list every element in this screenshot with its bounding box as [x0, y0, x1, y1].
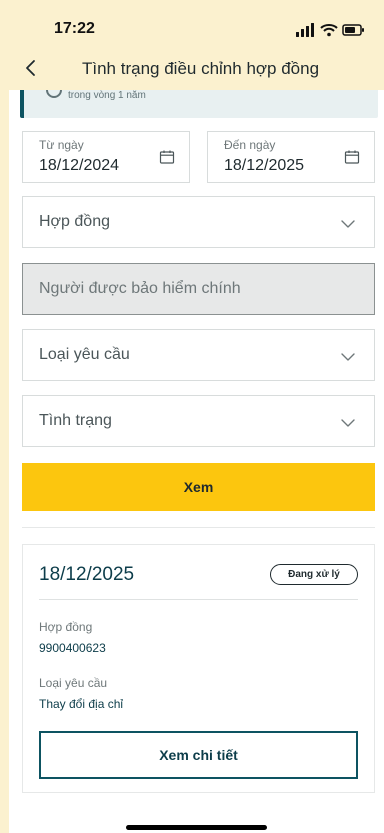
contract-label: Hợp đồng [39, 620, 93, 634]
battery-icon [342, 24, 364, 36]
app-screen: 17:22 Tình trạng điều chỉnh hợp đồng tro… [0, 0, 384, 833]
insured-person-field: Người được bảo hiểm chính [22, 263, 375, 315]
contract-value: 9900400623 [39, 641, 106, 655]
chevron-down-icon [341, 353, 355, 361]
contract-select-label: Hợp đồng [39, 213, 110, 230]
home-indicator [126, 825, 267, 830]
to-date-value: 18/12/2025 [224, 157, 305, 174]
from-date-value: 18/12/2024 [39, 157, 120, 174]
status-bar: 17:22 [0, 0, 384, 44]
result-date: 18/12/2025 [39, 564, 135, 585]
chevron-down-icon [341, 419, 355, 427]
calendar-icon [344, 150, 360, 164]
status-icons-svg [296, 23, 364, 37]
request-type-select[interactable]: Loại yêu cầu [22, 329, 375, 381]
wifi-icon [320, 24, 338, 37]
status-select-label: Tình trạng [39, 412, 112, 429]
signal-icon [296, 23, 314, 37]
navigation-bar: Tình trạng điều chỉnh hợp đồng [0, 52, 384, 86]
calendar-icon [159, 150, 175, 164]
from-date-field[interactable]: Từ ngày 18/12/2024 [22, 131, 190, 183]
request-type-label: Loại yêu cầu [39, 346, 130, 363]
result-card: 18/12/2025 Đang xử lý Hợp đồng 990040062… [22, 544, 375, 793]
request-type-result-label: Loại yêu cầu [39, 676, 108, 690]
page-title: Tình trạng điều chỉnh hợp đồng [82, 59, 320, 78]
to-date-field[interactable]: Đến ngày 18/12/2025 [207, 131, 375, 183]
status-time: 17:22 [54, 20, 95, 37]
status-badge: Đang xử lý [270, 564, 358, 585]
view-button[interactable]: Xem [22, 463, 375, 511]
from-date-label: Từ ngày [39, 138, 84, 152]
back-button[interactable] [17, 54, 45, 82]
card-divider [39, 599, 358, 600]
status-icons [294, 22, 366, 38]
top-header-area: 17:22 Tình trạng điều chỉnh hợp đồng [0, 0, 384, 90]
section-divider [22, 527, 375, 528]
contract-select[interactable]: Hợp đồng [22, 196, 375, 248]
view-detail-button[interactable]: Xem chi tiết [39, 731, 358, 779]
chevron-left-icon [26, 60, 35, 76]
chevron-down-icon [341, 220, 355, 228]
to-date-label: Đến ngày [224, 138, 276, 152]
insured-person-label: Người được bảo hiểm chính [39, 280, 241, 297]
request-type-result-value: Thay đổi địa chỉ [39, 697, 124, 711]
notice-text: trong vòng 1 năm [68, 90, 146, 101]
status-select[interactable]: Tình trạng [22, 395, 375, 447]
left-side-strip [0, 0, 9, 833]
